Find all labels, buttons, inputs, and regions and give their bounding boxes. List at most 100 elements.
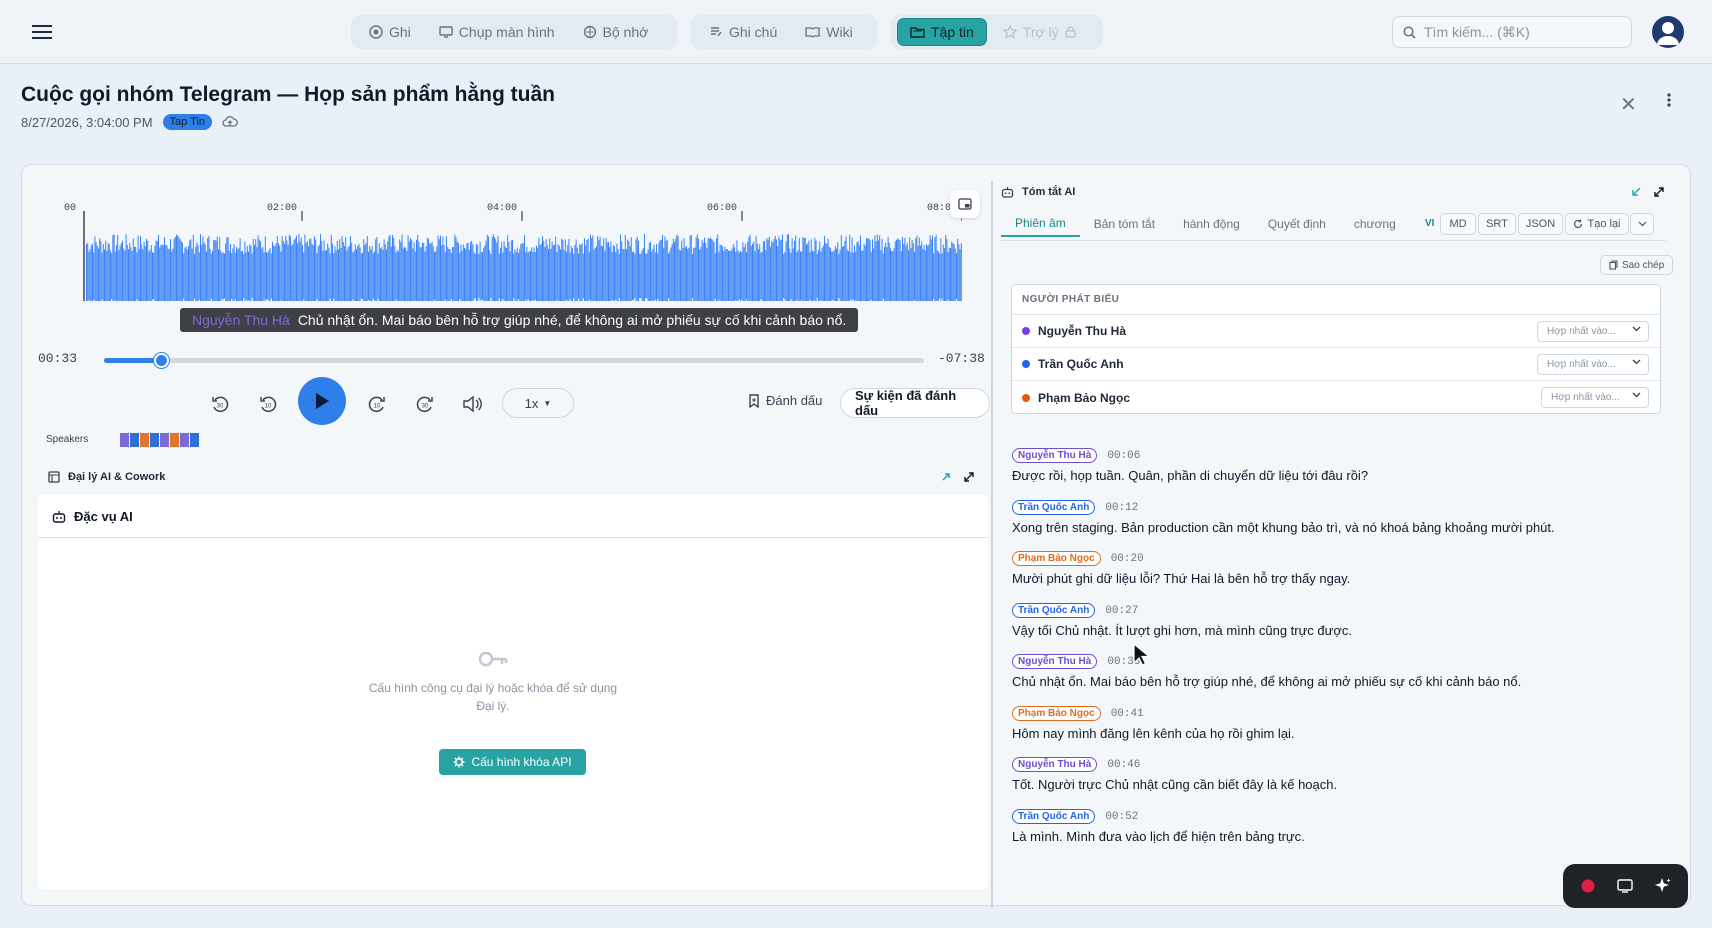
- record-button[interactable]: [1574, 872, 1602, 900]
- tab-transcript[interactable]: Phiên âm: [1001, 211, 1080, 237]
- timestamp[interactable]: 00:20: [1111, 553, 1144, 565]
- timestamp[interactable]: 00:46: [1107, 759, 1140, 771]
- hamburger-icon[interactable]: [28, 20, 56, 44]
- speaker-segment[interactable]: [160, 433, 169, 447]
- agent-tab[interactable]: Đặc vụ AI: [52, 509, 133, 524]
- speaker-segment[interactable]: [120, 433, 129, 447]
- speaker-tag[interactable]: Phạm Bảo Ngọc: [1012, 551, 1101, 566]
- close-icon[interactable]: ✕: [1620, 92, 1637, 117]
- speaker-segment[interactable]: [130, 433, 139, 447]
- svg-text:30: 30: [422, 404, 429, 410]
- speaker-tag[interactable]: Trần Quốc Anh: [1012, 603, 1096, 618]
- regenerate-options-button[interactable]: [1630, 213, 1654, 235]
- transcript-entry: Trần Quốc Anh 00:12 Xong trên staging. Bản…: [1012, 498, 1555, 535]
- speaker-name[interactable]: Phạm Bảo Ngọc: [1038, 391, 1130, 405]
- regenerate-button[interactable]: Tạo lại: [1565, 213, 1629, 235]
- chevron-down-icon: [1638, 221, 1646, 227]
- chevron-down-icon: [1632, 392, 1641, 398]
- avatar[interactable]: [1652, 16, 1684, 48]
- timestamp[interactable]: 00:27: [1105, 605, 1138, 617]
- pop-out-icon[interactable]: [940, 471, 952, 483]
- speaker-tag[interactable]: Trần Quốc Anh: [1012, 500, 1096, 515]
- pip-icon: [958, 198, 972, 210]
- speaker-segment[interactable]: [190, 433, 199, 447]
- screenshot-button[interactable]: [1611, 872, 1639, 900]
- tab-actions[interactable]: hành động: [1169, 211, 1254, 237]
- nav-tap-tin[interactable]: Tập tin: [897, 18, 987, 46]
- export-json-label: JSON: [1525, 218, 1556, 230]
- speaker-tag[interactable]: Phạm Bảo Ngọc: [1012, 706, 1101, 721]
- skip-back-30-button[interactable]: 30: [205, 389, 235, 419]
- configure-api-key-button[interactable]: Cấu hình khóa API: [439, 749, 586, 775]
- copy-button[interactable]: Sao chép: [1600, 255, 1674, 275]
- speaker-tag[interactable]: Nguyễn Thu Hà: [1012, 757, 1098, 772]
- timestamp[interactable]: 00:52: [1105, 811, 1138, 823]
- timestamp[interactable]: 00:06: [1107, 450, 1140, 462]
- volume-icon: [463, 395, 482, 413]
- waveform[interactable]: [62, 211, 962, 301]
- merge-into-select[interactable]: Hợp nhất vào...: [1537, 321, 1649, 342]
- speaker-segment[interactable]: [180, 433, 189, 447]
- seek-bar[interactable]: [104, 353, 924, 368]
- waveform-bars: [86, 234, 962, 301]
- expand-icon[interactable]: [1653, 186, 1665, 198]
- skip-forward-10-button[interactable]: 10: [362, 389, 392, 419]
- speaker-segment[interactable]: [170, 433, 179, 447]
- skip-back-10-button[interactable]: 10: [253, 389, 283, 419]
- top-bar: Ghi Chụp màn hình Bộ nhớ Ghi chú Wiki Tậ…: [0, 0, 1712, 64]
- expand-icon[interactable]: [963, 471, 975, 483]
- folder-icon: [910, 27, 925, 38]
- speaker-tag[interactable]: Trần Quốc Anh: [1012, 809, 1096, 824]
- skip-forward-30-button[interactable]: 30: [410, 389, 440, 419]
- picture-in-picture-button[interactable]: [950, 190, 980, 218]
- speaker-tag[interactable]: Nguyễn Thu Hà: [1012, 654, 1098, 669]
- export-srt-label: SRT: [1486, 218, 1508, 230]
- tab-decisions[interactable]: Quyết định: [1254, 211, 1340, 237]
- floating-recorder-bar: [1563, 864, 1688, 908]
- export-json-button[interactable]: JSON: [1518, 213, 1563, 235]
- more-vertical-icon[interactable]: [1666, 92, 1672, 108]
- playback-speed-select[interactable]: 1x ▼: [502, 388, 574, 418]
- merge-into-select[interactable]: Hợp nhất vào...: [1537, 354, 1649, 375]
- nav-bo-nho[interactable]: Bộ nhớ: [571, 18, 661, 46]
- export-md-button[interactable]: MD: [1440, 213, 1476, 235]
- nav-ghi-label: Ghi: [389, 24, 411, 40]
- transcript-text: Là mình. Mình đưa vào lịch để hiện trên …: [1012, 829, 1305, 844]
- speaker-color-dot: [1022, 327, 1030, 335]
- cloud-upload-icon[interactable]: [222, 115, 238, 129]
- play-icon: [316, 393, 329, 409]
- nav-ghi[interactable]: Ghi: [357, 18, 423, 46]
- divider: [38, 537, 988, 538]
- timestamp[interactable]: 00:12: [1105, 502, 1138, 514]
- tab-chapters[interactable]: chương: [1340, 211, 1410, 237]
- nav-ghi-chu[interactable]: Ghi chú: [697, 18, 789, 46]
- marked-events-button[interactable]: Sự kiện đã đánh dấu: [840, 388, 990, 418]
- tab-summary[interactable]: Bản tóm tắt: [1080, 211, 1169, 237]
- collapse-icon[interactable]: [1630, 186, 1642, 198]
- speaker-name[interactable]: Trần Quốc Anh: [1038, 357, 1124, 371]
- export-srt-button[interactable]: SRT: [1478, 213, 1516, 235]
- speaker-segment[interactable]: [150, 433, 159, 447]
- note-icon: [711, 27, 722, 37]
- speaker-segment[interactable]: [140, 433, 149, 447]
- copy-icon: [1609, 260, 1618, 270]
- speaker-timeline-strip[interactable]: [120, 433, 199, 447]
- merge-placeholder: Hợp nhất vào...: [1547, 326, 1616, 337]
- bookmark-button[interactable]: Đánh dấu: [748, 393, 822, 408]
- caret-down-icon: ▼: [543, 398, 552, 408]
- seek-handle[interactable]: [154, 353, 170, 368]
- timestamp[interactable]: 00:41: [1111, 708, 1144, 720]
- player-pane: 00 02:00 04:00 06:00 08:0 Nguyễn Thu Hà C…: [22, 165, 990, 907]
- nav-wiki[interactable]: Wiki: [793, 18, 864, 46]
- speaker-name[interactable]: Nguyễn Thu Hà: [1038, 324, 1126, 338]
- transcript-text: Hôm nay mình đăng lên kênh của họ rồi gh…: [1012, 726, 1295, 741]
- play-button[interactable]: [298, 377, 346, 425]
- search-input[interactable]: Tìm kiếm... (⌘K): [1392, 16, 1632, 48]
- language-toggle[interactable]: VI: [1425, 218, 1434, 229]
- speaker-tag[interactable]: Nguyễn Thu Hà: [1012, 448, 1098, 463]
- nav-tro-ly[interactable]: Trợ lý: [991, 18, 1088, 46]
- ai-sparkle-button[interactable]: [1649, 872, 1677, 900]
- nav-chup-man-hinh[interactable]: Chụp màn hình: [427, 18, 567, 46]
- merge-into-select[interactable]: Hợp nhất vào...: [1541, 387, 1649, 408]
- volume-button[interactable]: [457, 389, 487, 419]
